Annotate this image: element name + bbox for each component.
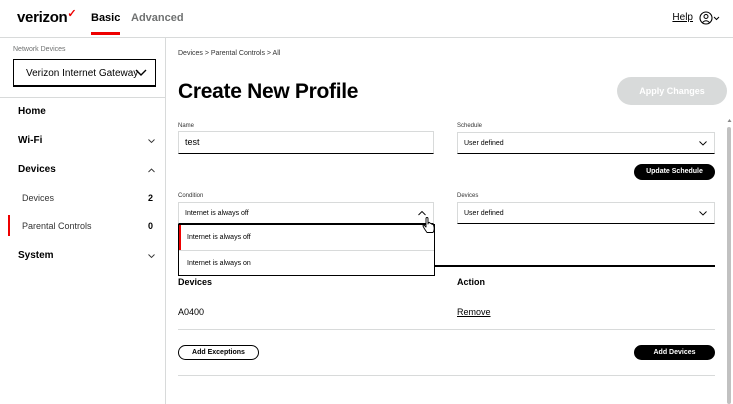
table-header-devices: Devices (178, 277, 213, 287)
hand-cursor-icon (422, 217, 435, 233)
sidebar: Network Devices Verizon Internet Gateway… (0, 38, 166, 404)
sidebar-subitem-devices[interactable]: Devices (22, 193, 54, 203)
scroll-up-arrow-icon[interactable] (727, 118, 732, 123)
row-divider (178, 329, 715, 330)
devices-dropdown-value: User defined (464, 210, 504, 217)
bottom-divider (178, 375, 715, 376)
logo-checkmark: ✓ (67, 8, 77, 20)
parental-controls-count-badge: 0 (148, 221, 154, 231)
condition-value: Internet is always off (185, 210, 249, 217)
name-input[interactable]: test (178, 131, 434, 154)
apply-changes-button[interactable]: Apply Changes (617, 77, 727, 105)
top-navigation-bar: verizon✓ Basic Advanced Help (0, 0, 733, 38)
tab-basic[interactable]: Basic (91, 12, 120, 24)
sidebar-item-home[interactable]: Home (18, 106, 46, 117)
update-schedule-button[interactable]: Update Schedule (634, 164, 715, 180)
sidebar-item-devices[interactable]: Devices (18, 164, 56, 175)
active-item-indicator (8, 215, 10, 236)
network-device-value: Verizon Internet Gateway (26, 68, 139, 79)
breadcrumb[interactable]: Devices > Parental Controls > All (178, 50, 280, 57)
user-account-icon[interactable] (699, 10, 721, 26)
chevron-down-icon[interactable] (148, 139, 155, 144)
remove-link[interactable]: Remove (457, 307, 491, 317)
condition-dropdown-menu: Internet is always off Internet is alway… (178, 224, 435, 276)
condition-label: Condition (178, 193, 204, 199)
table-header-action: Action (457, 277, 485, 287)
verizon-logo[interactable]: verizon✓ (17, 8, 77, 26)
condition-dropdown[interactable]: Internet is always off (178, 202, 434, 224)
scrollbar-thumb[interactable] (727, 127, 731, 404)
schedule-value: User defined (464, 140, 504, 147)
chevron-down-icon (699, 211, 707, 216)
page-title: Create New Profile (178, 80, 359, 103)
chevron-down-icon (699, 141, 707, 146)
condition-option-always-on[interactable]: Internet is always on (179, 251, 434, 276)
table-cell-device: A0400 (178, 307, 205, 317)
sidebar-item-system[interactable]: System (18, 250, 54, 261)
schedule-label: Schedule (457, 123, 483, 129)
logo-text: verizon (17, 9, 68, 26)
chevron-down-icon (135, 69, 147, 76)
condition-option-always-off[interactable]: Internet is always off (179, 225, 434, 250)
chevron-down-icon[interactable] (148, 254, 155, 259)
add-devices-button[interactable]: Add Devices (634, 345, 715, 360)
devices-label: Devices (457, 193, 479, 199)
network-devices-label: Network Devices (13, 46, 66, 53)
chevron-up-icon (418, 211, 426, 216)
sidebar-divider (0, 97, 166, 98)
devices-count-badge: 2 (148, 193, 154, 203)
network-device-dropdown[interactable]: Verizon Internet Gateway (13, 59, 156, 87)
help-link[interactable]: Help (672, 12, 693, 23)
add-exceptions-button[interactable]: Add Exceptions (178, 345, 259, 360)
sidebar-subitem-parental-controls[interactable]: Parental Controls (22, 221, 92, 231)
active-tab-indicator (91, 32, 120, 35)
schedule-dropdown[interactable]: User defined (457, 132, 715, 154)
sidebar-item-wifi[interactable]: Wi-Fi (18, 135, 42, 146)
chevron-up-icon[interactable] (148, 168, 155, 173)
tab-advanced[interactable]: Advanced (131, 12, 184, 24)
devices-dropdown[interactable]: User defined (457, 202, 715, 224)
name-label: Name (178, 123, 195, 129)
